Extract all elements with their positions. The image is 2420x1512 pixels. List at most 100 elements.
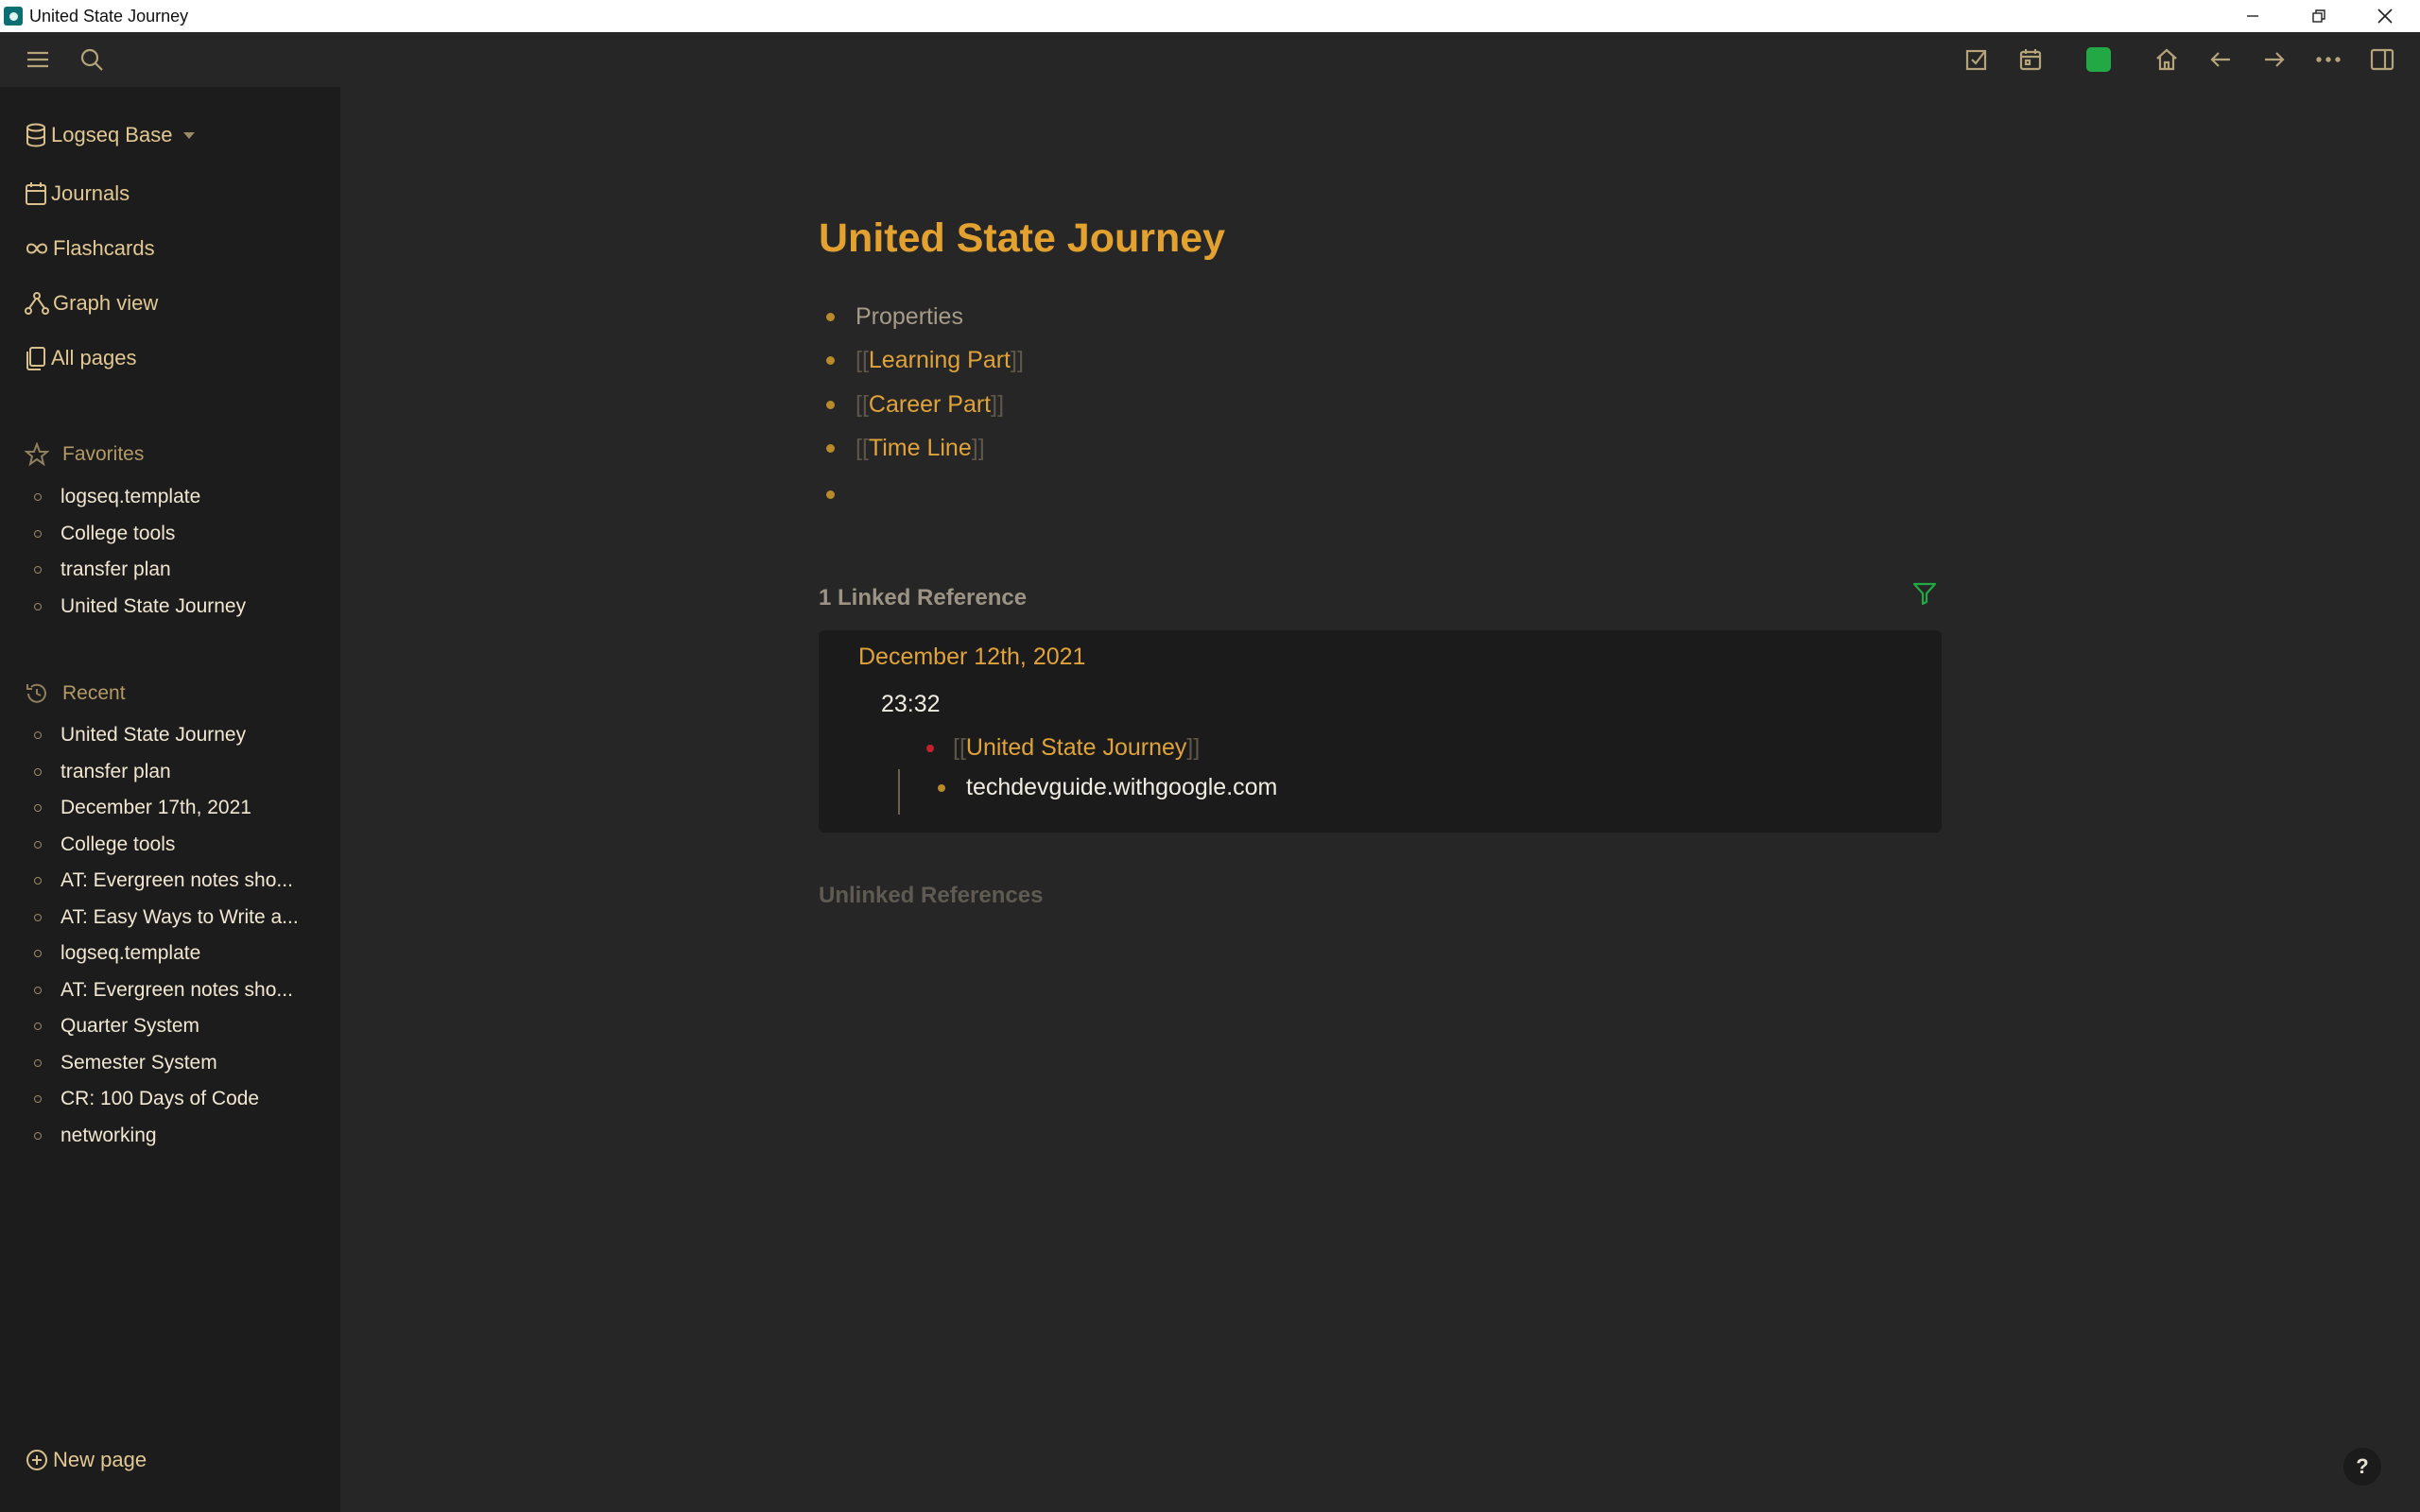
recent-item[interactable]: December 17th, 2021 xyxy=(34,790,299,827)
block-learning-part[interactable]: [[Learning Part]] xyxy=(826,347,1024,374)
new-page-button[interactable]: New page xyxy=(25,1448,147,1472)
home-button[interactable] xyxy=(2148,42,2186,77)
minimize-button[interactable] xyxy=(2220,0,2286,32)
block-bullet[interactable] xyxy=(938,783,945,792)
reference-block[interactable]: [[United State Journey]] xyxy=(926,734,1200,762)
nav-journals[interactable]: Journals xyxy=(25,181,130,206)
sync-status-button[interactable] xyxy=(2080,42,2118,77)
infinity-icon xyxy=(26,243,48,254)
reference-page-link[interactable]: December 12th, 2021 xyxy=(858,644,1085,671)
recent-item[interactable]: networking xyxy=(34,1118,299,1155)
page-title[interactable]: United State Journey xyxy=(819,215,1225,262)
favorite-item[interactable]: United State Journey xyxy=(34,589,246,626)
restore-button[interactable] xyxy=(2286,0,2352,32)
block-bullet[interactable] xyxy=(826,490,835,499)
window-title: United State Journey xyxy=(29,7,189,26)
favorite-item-label: transfer plan xyxy=(60,558,171,581)
filter-icon xyxy=(1912,582,1937,606)
search-button[interactable] xyxy=(73,42,111,77)
toggle-left-sidebar-button[interactable] xyxy=(19,42,57,77)
recent-item-label: AT: Evergreen notes sho... xyxy=(60,869,293,892)
block-bullet[interactable] xyxy=(926,744,934,752)
chevron-down-icon xyxy=(183,131,196,139)
recent-item[interactable]: United State Journey xyxy=(34,717,299,754)
help-button[interactable]: ? xyxy=(2343,1448,2381,1486)
properties-block[interactable]: Properties xyxy=(826,303,963,331)
block-bullet[interactable] xyxy=(826,444,835,453)
block-bullet[interactable] xyxy=(826,401,835,409)
journals-button[interactable] xyxy=(2012,42,2049,77)
nav-all-pages[interactable]: All pages xyxy=(25,346,137,370)
toggle-right-sidebar-button[interactable] xyxy=(2363,42,2401,77)
bullet-icon xyxy=(34,731,42,740)
recent-label: Recent xyxy=(62,682,126,704)
minimize-icon xyxy=(2247,15,2258,17)
graph-selector[interactable]: Logseq Base xyxy=(25,123,196,147)
close-icon xyxy=(2377,9,2393,24)
nav-journals-label: Journals xyxy=(51,181,130,205)
block-bullet[interactable] xyxy=(826,313,835,321)
nav-all-pages-label: All pages xyxy=(51,346,137,369)
recent-item[interactable]: CR: 100 Days of Code xyxy=(34,1081,299,1118)
todo-button[interactable] xyxy=(1958,42,1996,77)
close-window-button[interactable] xyxy=(2352,0,2418,32)
page-ref-link[interactable]: United State Journey xyxy=(966,734,1186,762)
open-bracket: [[ xyxy=(856,391,869,418)
calendar-icon xyxy=(26,182,46,205)
nav-flashcards[interactable]: Flashcards xyxy=(25,236,155,261)
more-button[interactable] xyxy=(2309,42,2347,77)
page-ref-link[interactable]: Learning Part xyxy=(869,347,1011,374)
bullet-icon xyxy=(34,986,42,994)
properties-text: Properties xyxy=(856,303,963,330)
recent-header[interactable]: Recent xyxy=(25,681,126,706)
bullet-icon xyxy=(34,950,42,958)
graph-name: Logseq Base xyxy=(51,123,173,146)
recent-item[interactable]: AT: Easy Ways to Write a... xyxy=(34,900,299,936)
close-bracket: ]] xyxy=(1011,347,1024,373)
bullet-icon xyxy=(34,877,42,885)
page-ref-link[interactable]: Career Part xyxy=(869,391,991,419)
favorites-header[interactable]: Favorites xyxy=(25,442,144,467)
recent-item[interactable]: logseq.template xyxy=(34,936,299,972)
reference-child-block[interactable]: techdevguide.withgoogle.com xyxy=(938,774,1277,801)
forward-button[interactable] xyxy=(2256,42,2293,77)
recent-item[interactable]: Semester System xyxy=(34,1045,299,1082)
open-bracket: [[ xyxy=(953,734,966,761)
favorite-item[interactable]: College tools xyxy=(34,516,246,553)
favorite-item-label: United State Journey xyxy=(60,594,247,617)
filter-button[interactable] xyxy=(1911,580,1938,611)
recent-item[interactable]: transfer plan xyxy=(34,754,299,791)
nav-graph-view[interactable]: Graph view xyxy=(25,291,158,316)
window-titlebar: United State Journey xyxy=(0,0,2420,32)
recent-item-label: United State Journey xyxy=(60,724,247,747)
bullet-icon xyxy=(34,1022,42,1031)
empty-block[interactable] xyxy=(826,480,856,508)
favorite-item[interactable]: logseq.template xyxy=(34,479,246,516)
bullet-icon xyxy=(34,804,42,813)
bullet-icon xyxy=(34,566,42,575)
close-bracket: ]] xyxy=(991,391,1005,418)
block-career-part[interactable]: [[Career Part]] xyxy=(826,391,1004,419)
block-time-line[interactable]: [[Time Line]] xyxy=(826,435,985,462)
block-bullet[interactable] xyxy=(826,356,835,365)
linked-references-heading[interactable]: 1 Linked Reference xyxy=(819,585,1027,611)
bullet-icon xyxy=(34,1058,42,1067)
recent-item-label: December 17th, 2021 xyxy=(60,797,251,819)
recent-item-label: College tools xyxy=(60,833,176,855)
recent-item-label: Quarter System xyxy=(60,1015,200,1038)
unlinked-references-heading[interactable]: Unlinked References xyxy=(819,883,1043,909)
bullet-icon xyxy=(34,529,42,538)
recent-item[interactable]: AT: Evergreen notes sho... xyxy=(34,972,299,1009)
linked-reference-card: December 12th, 2021 23:32 [[United State… xyxy=(819,630,1942,833)
reference-block-time[interactable]: 23:32 xyxy=(881,691,941,718)
page-ref-link[interactable]: Time Line xyxy=(869,435,972,462)
recent-item[interactable]: College tools xyxy=(34,827,299,864)
recent-item[interactable]: Quarter System xyxy=(34,1008,299,1045)
nav-flashcards-label: Flashcards xyxy=(53,236,155,260)
history-icon xyxy=(26,683,46,703)
favorite-item[interactable]: transfer plan xyxy=(34,552,246,589)
close-bracket: ]] xyxy=(971,435,985,461)
recent-item[interactable]: AT: Evergreen notes sho... xyxy=(34,863,299,900)
back-button[interactable] xyxy=(2202,42,2239,77)
search-icon xyxy=(80,48,103,71)
